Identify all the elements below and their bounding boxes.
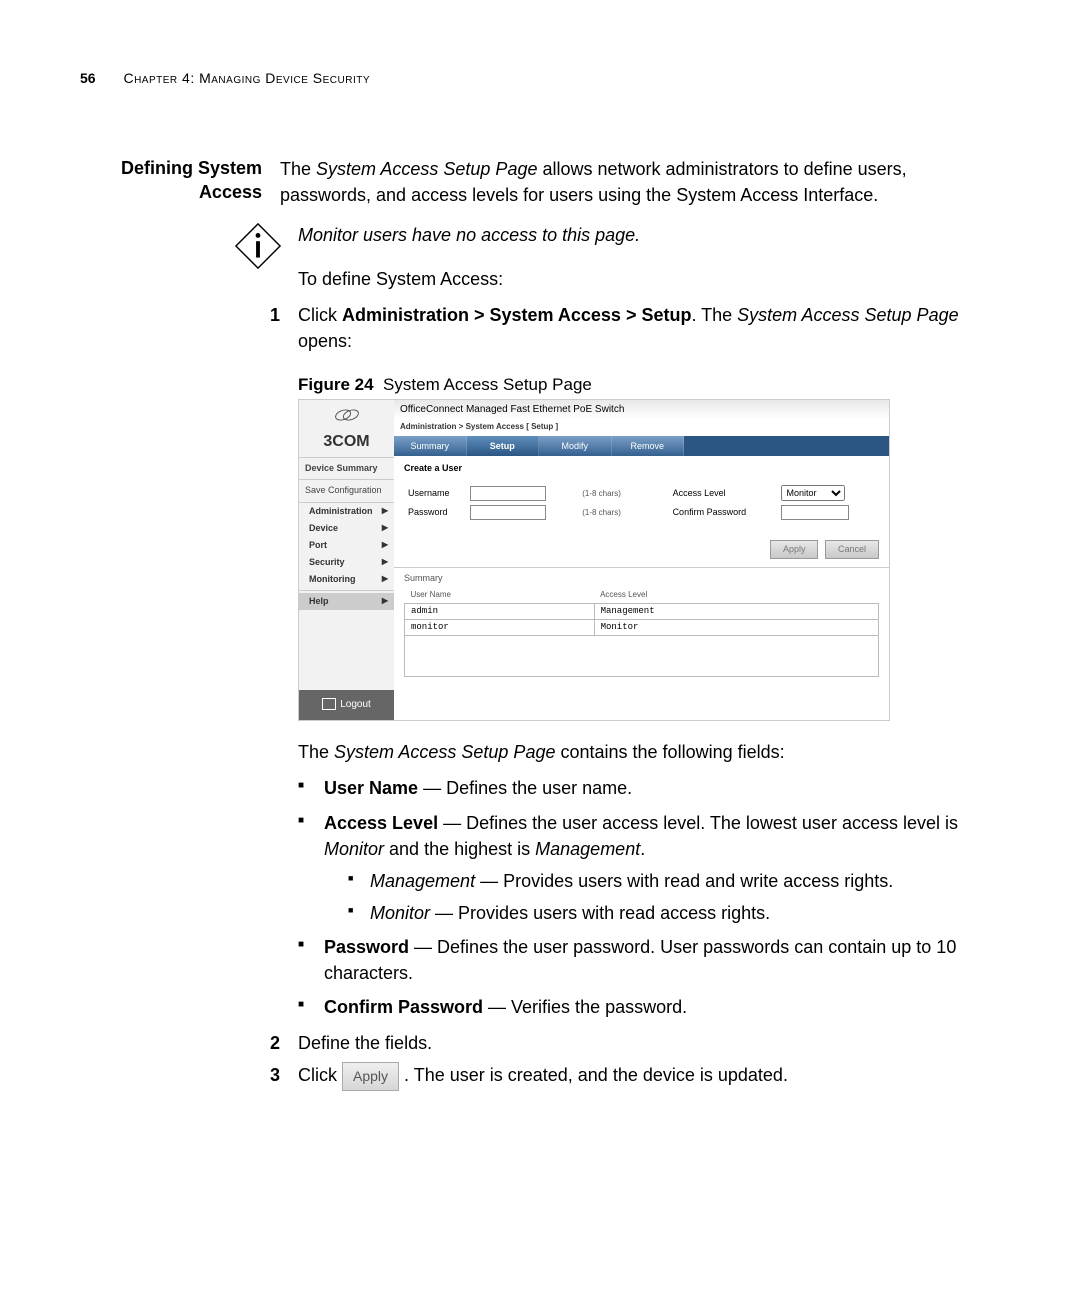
chevron-right-icon: ▶ [382, 505, 388, 517]
access-level-label: Access Level [669, 485, 778, 501]
after-figure-intro: The System Access Setup Page contains th… [298, 739, 990, 765]
sidebar-item-security[interactable]: Security▶ [299, 554, 394, 571]
tab-bar-extension [684, 436, 889, 456]
section-heading: Defining System Access [80, 156, 280, 205]
sidebar-item-port[interactable]: Port▶ [299, 537, 394, 554]
note-italic: Monitor users have no access to this pag… [298, 225, 640, 245]
logout-label: Logout [340, 699, 371, 710]
confirm-password-input[interactable] [781, 505, 849, 520]
access-level-select[interactable]: Monitor [781, 485, 845, 501]
product-title: OfficeConnect Managed Fast Ethernet PoE … [394, 400, 889, 419]
tab-modify[interactable]: Modify [539, 436, 612, 456]
figure-content: OfficeConnect Managed Fast Ethernet PoE … [394, 400, 889, 720]
figure-caption: Figure 24 System Access Setup Page [298, 373, 990, 398]
sub-bullet-management: Management — Provides users with read an… [348, 868, 990, 894]
step-3: 3Click Apply . The user is created, and … [270, 1062, 990, 1090]
bullet-user-name: User Name — Defines the user name. [298, 775, 990, 801]
apply-inline-button: Apply [342, 1062, 399, 1090]
steps-list-2: 2Define the fields. 3Click Apply . The u… [270, 1030, 990, 1090]
chapter-title: Chapter 4: Managing Device Security [123, 70, 370, 86]
steps-list: 1 Click Administration > System Access >… [270, 302, 990, 354]
cancel-button[interactable]: Cancel [825, 540, 879, 559]
tab-summary[interactable]: Summary [394, 436, 467, 456]
bullet-access-level: Access Level — Defines the user access l… [298, 810, 990, 926]
logout-button[interactable]: Logout [299, 690, 394, 721]
chevron-right-icon: ▶ [382, 556, 388, 568]
bullet-confirm-password: Confirm Password — Verifies the password… [298, 994, 990, 1020]
sidebar-item-administration[interactable]: Administration▶ [299, 503, 394, 520]
section-row: Defining System Access The System Access… [80, 156, 990, 208]
page: 56 Chapter 4: Managing Device Security D… [0, 0, 1080, 1296]
figure-screenshot: 3COM Device Summary Save Configuration A… [298, 399, 890, 721]
create-user-form: Create a User Username (1-8 chars) Acces… [394, 456, 889, 534]
page-name-em: System Access Setup Page [316, 159, 537, 179]
info-note-row: Monitor users have no access to this pag… [80, 222, 990, 292]
sidebar-item-device[interactable]: Device▶ [299, 520, 394, 537]
sidebar-item-help[interactable]: Help▶ [299, 593, 394, 610]
summary-heading: Summary [404, 572, 879, 585]
nav-path: Administration > System Access > Setup [342, 305, 691, 325]
brand-label: 3COM [299, 430, 394, 458]
users-table: User Name Access Level admin Management … [404, 587, 879, 677]
chevron-right-icon: ▶ [382, 573, 388, 585]
page-number: 56 [80, 70, 96, 86]
chevron-right-icon: ▶ [382, 539, 388, 551]
confirm-password-label: Confirm Password [669, 505, 778, 520]
figure-title: System Access Setup Page [383, 375, 592, 394]
form-heading: Create a User [404, 462, 879, 475]
access-level-subbullets: Management — Provides users with read an… [348, 868, 990, 926]
table-row[interactable]: monitor Monitor [405, 620, 879, 636]
summary-area: Summary User Name Access Level admin Man… [394, 568, 889, 687]
intro-paragraph: The System Access Setup Page allows netw… [280, 156, 990, 208]
info-note-text: Monitor users have no access to this pag… [298, 222, 990, 292]
tab-remove[interactable]: Remove [612, 436, 685, 456]
chevron-right-icon: ▶ [382, 595, 388, 607]
col-user-name: User Name [405, 587, 595, 603]
step-1: 1 Click Administration > System Access >… [270, 302, 990, 354]
sidebar-device-summary[interactable]: Device Summary [299, 458, 394, 480]
sidebar-item-monitoring[interactable]: Monitoring▶ [299, 571, 394, 588]
tab-setup[interactable]: Setup [467, 436, 540, 456]
apply-button[interactable]: Apply [770, 540, 819, 559]
figure-sidebar: 3COM Device Summary Save Configuration A… [299, 400, 394, 720]
col-access-level: Access Level [594, 587, 878, 603]
logout-icon [322, 698, 336, 710]
logo-icon [299, 406, 394, 430]
info-icon [80, 222, 288, 275]
figure-label: Figure 24 [298, 375, 374, 394]
password-input[interactable] [470, 505, 546, 520]
form-buttons: Apply Cancel [394, 534, 889, 568]
password-hint: (1-8 chars) [578, 505, 640, 520]
section-heading-line2: Access [80, 180, 262, 204]
step-2: 2Define the fields. [270, 1030, 990, 1056]
tab-bar: Summary Setup Modify Remove [394, 436, 684, 456]
breadcrumb: Administration > System Access [ Setup ] [394, 419, 889, 437]
username-hint: (1-8 chars) [578, 485, 640, 501]
chevron-right-icon: ▶ [382, 522, 388, 534]
to-define: To define System Access: [298, 266, 990, 292]
password-label: Password [404, 505, 466, 520]
table-row[interactable]: admin Management [405, 604, 879, 620]
sidebar-save-config[interactable]: Save Configuration [299, 480, 394, 502]
section-heading-line1: Defining System [80, 156, 262, 180]
page-header: 56 Chapter 4: Managing Device Security [80, 70, 990, 86]
username-label: Username [404, 485, 466, 501]
field-bullets: User Name — Defines the user name. Acces… [298, 775, 990, 1020]
username-input[interactable] [470, 486, 546, 501]
sub-bullet-monitor: Monitor — Provides users with read acces… [348, 900, 990, 926]
body-indent: 1 Click Administration > System Access >… [298, 302, 990, 1090]
bullet-password: Password — Defines the user password. Us… [298, 934, 990, 986]
